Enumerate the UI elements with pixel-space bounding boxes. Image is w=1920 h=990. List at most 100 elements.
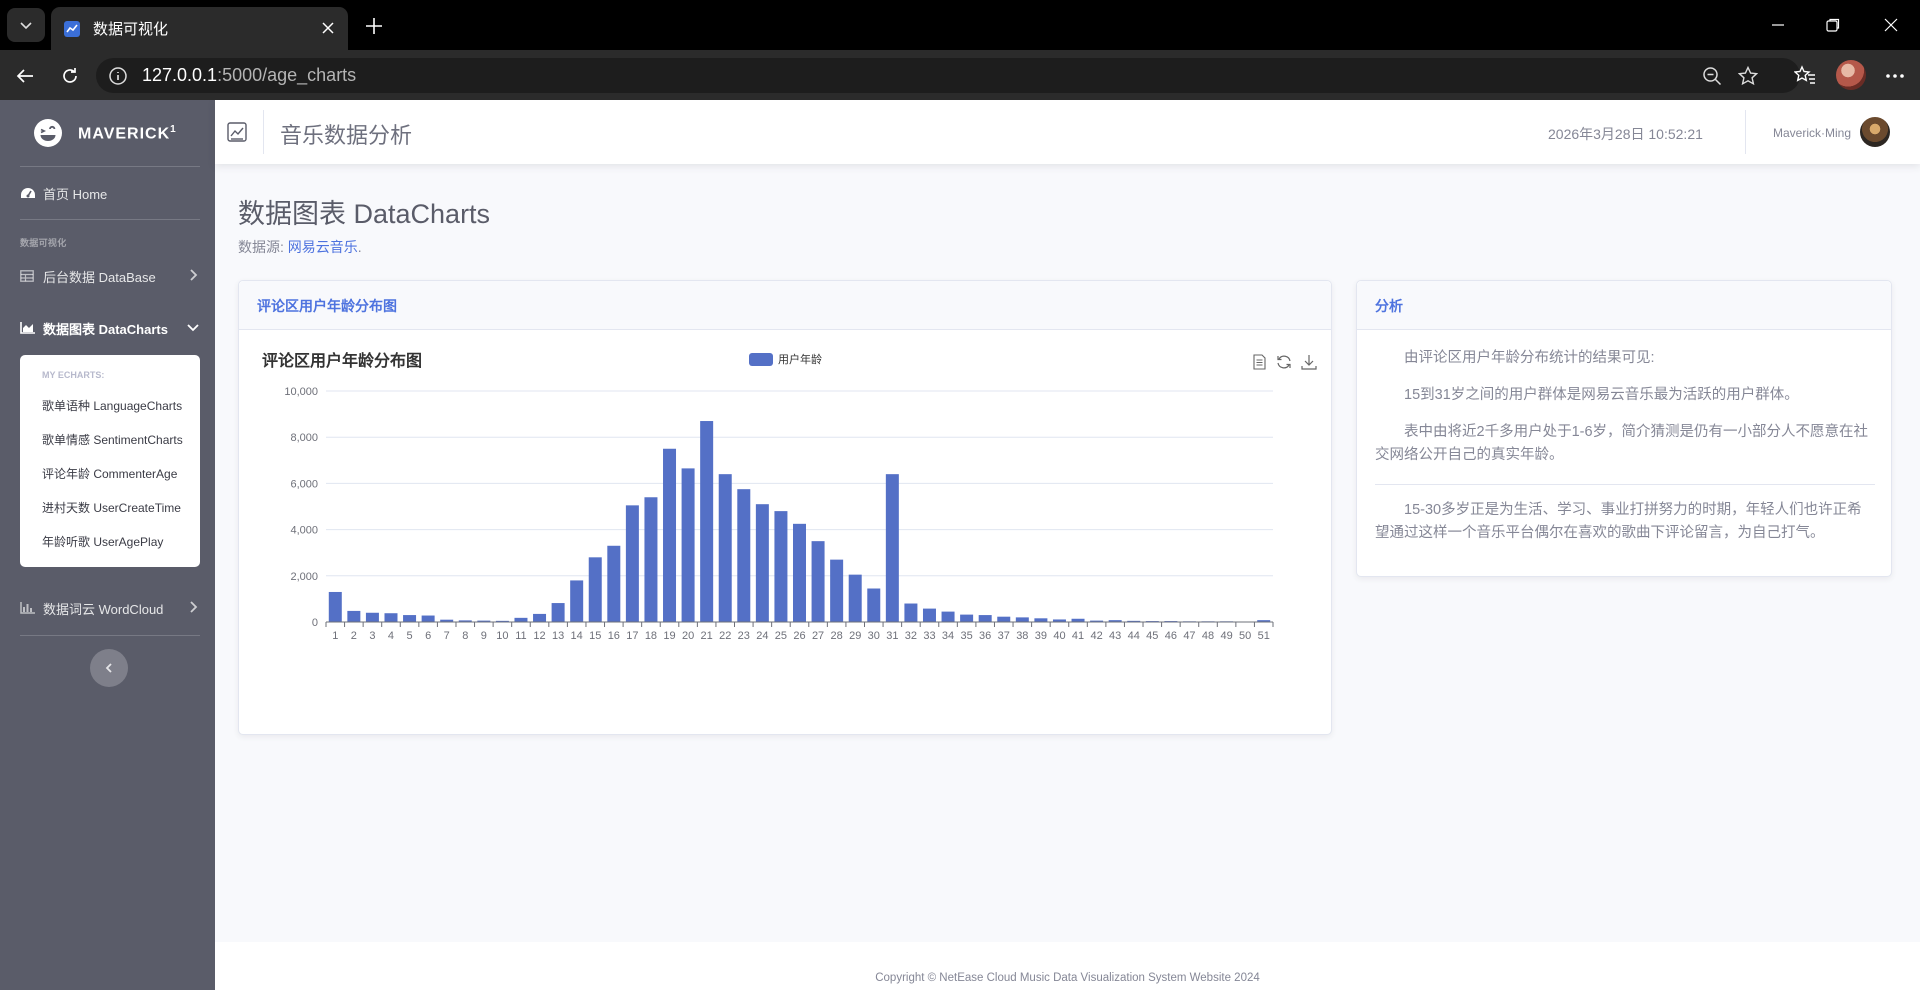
sidebar-brand[interactable]: MAVERICK1 <box>0 100 215 164</box>
star-icon[interactable] <box>1736 64 1760 88</box>
chart-title: 评论区用户年龄分布图 <box>262 351 422 370</box>
bar[interactable] <box>700 421 714 622</box>
bar[interactable] <box>384 613 398 622</box>
sidebar: MAVERICK1 首页 Home 数据可视化 后台数据 DataBase 数据… <box>0 100 215 990</box>
bar[interactable] <box>904 603 918 622</box>
bar[interactable] <box>570 580 584 622</box>
x-tick-label: 28 <box>831 630 843 642</box>
bar[interactable] <box>1015 617 1029 622</box>
bar[interactable] <box>811 541 825 622</box>
x-tick-label: 5 <box>406 630 412 642</box>
x-tick-label: 19 <box>663 630 675 642</box>
bar[interactable] <box>644 497 658 622</box>
bar[interactable] <box>625 505 639 622</box>
user-avatar[interactable] <box>1860 117 1890 147</box>
tab-search-button[interactable] <box>7 8 45 42</box>
submenu-item-commenter-age[interactable]: 评论年龄 CommenterAge <box>42 465 177 482</box>
x-tick-label: 36 <box>979 630 991 642</box>
profile-avatar[interactable] <box>1836 60 1866 90</box>
analysis-paragraph: 15到31岁之间的用户群体是网易云音乐最为活跃的用户群体。 <box>1404 387 1799 403</box>
save-image-icon[interactable] <box>1301 355 1317 370</box>
x-tick-label: 37 <box>998 630 1010 642</box>
data-view-icon[interactable] <box>1253 354 1266 370</box>
bar[interactable] <box>941 611 955 622</box>
user-name[interactable]: Maverick·Ming <box>1773 126 1851 140</box>
x-tick-label: 13 <box>552 630 564 642</box>
bar[interactable] <box>1034 618 1048 622</box>
more-options-icon[interactable] <box>1882 63 1908 89</box>
sidebar-item-datacharts[interactable]: 数据图表 DataCharts <box>20 316 200 340</box>
bar[interactable] <box>978 615 992 622</box>
bar[interactable] <box>755 504 769 622</box>
address-bar[interactable]: 127.0.0.1:5000/age_charts <box>96 58 1800 93</box>
bar[interactable] <box>514 617 528 622</box>
restore-button[interactable] <box>1818 12 1848 38</box>
bar[interactable] <box>718 474 732 622</box>
bar[interactable] <box>403 615 417 622</box>
y-tick-label: 0 <box>312 617 318 629</box>
chart-line-icon[interactable] <box>227 122 247 142</box>
chart-legend[interactable]: 用户年龄 <box>749 352 822 366</box>
browser-toolbar: 127.0.0.1:5000/age_charts <box>0 50 1920 100</box>
close-tab-icon[interactable] <box>318 18 338 38</box>
bar[interactable] <box>793 523 806 622</box>
x-tick-label: 32 <box>905 630 917 642</box>
data-source-link[interactable]: 网易云音乐 <box>288 239 358 255</box>
bar[interactable] <box>922 608 936 622</box>
bar[interactable] <box>848 574 862 622</box>
x-tick-label: 27 <box>812 630 824 642</box>
browser-tab-active[interactable]: 数据可视化 <box>51 7 348 50</box>
x-tick-label: 12 <box>533 630 545 642</box>
bar[interactable] <box>588 557 602 622</box>
bar[interactable] <box>997 616 1011 622</box>
age-bar-chart: 评论区用户年龄分布图 用户年龄 1 2 3 4 5 6 7 8 9 10 11 12 13 14 15 16 1… <box>262 351 1317 642</box>
sidebar-divider <box>20 166 200 167</box>
bar[interactable] <box>421 615 435 622</box>
x-tick-label: 29 <box>849 630 861 642</box>
sidebar-item-home[interactable]: 首页 Home <box>20 181 200 205</box>
bar[interactable] <box>607 545 621 622</box>
submenu-item-sentiment-charts[interactable]: 歌单情感 SentimentCharts <box>42 431 183 448</box>
bar[interactable] <box>830 559 844 622</box>
chart-line-icon <box>64 20 80 37</box>
bar[interactable] <box>328 591 342 622</box>
close-window-button[interactable] <box>1876 12 1906 38</box>
submenu-item-user-age-play[interactable]: 年龄听歌 UserAgePlay <box>42 533 163 550</box>
plus-icon <box>366 18 382 34</box>
bar[interactable] <box>533 613 547 622</box>
bar[interactable] <box>737 489 751 622</box>
bar[interactable] <box>681 468 695 622</box>
bar[interactable] <box>885 474 899 622</box>
sidebar-item-database[interactable]: 后台数据 DataBase <box>20 264 200 288</box>
reload-button[interactable] <box>56 62 84 90</box>
submenu-item-language-charts[interactable]: 歌单语种 LanguageCharts <box>42 397 182 414</box>
card-header: 分析 <box>1357 281 1891 330</box>
bar[interactable] <box>960 614 974 622</box>
x-tick-label: 10 <box>496 630 508 642</box>
sidebar-item-wordcloud[interactable]: 数据词云 WordCloud <box>20 596 200 620</box>
submenu-item-user-create-time[interactable]: 进村天数 UserCreateTime <box>42 499 181 516</box>
bar[interactable] <box>867 588 881 622</box>
bar[interactable] <box>365 612 379 622</box>
x-tick-label: 35 <box>960 630 972 642</box>
zoom-out-icon[interactable] <box>1700 64 1724 88</box>
analysis-card: 分析 由评论区用户年龄分布统计的结果可见: 15到31岁之间的用户群体是网易云音… <box>1356 280 1892 577</box>
bar[interactable] <box>774 511 788 622</box>
x-tick-label: 51 <box>1258 630 1270 642</box>
chevron-down-icon <box>187 324 199 332</box>
restore-icon[interactable] <box>1277 355 1291 369</box>
bar[interactable] <box>551 603 565 622</box>
sidebar-heading: 数据可视化 <box>20 238 67 248</box>
favorites-icon[interactable] <box>1792 63 1818 89</box>
sidebar-divider <box>20 635 200 636</box>
bar[interactable] <box>663 448 677 622</box>
back-button[interactable] <box>11 62 39 90</box>
info-icon <box>109 66 127 85</box>
minimize-button[interactable] <box>1763 12 1793 38</box>
legend-swatch <box>749 353 773 366</box>
sidebar-toggle-button[interactable] <box>90 649 128 687</box>
legend-label: 用户年龄 <box>778 352 822 366</box>
x-tick-label: 33 <box>923 630 935 642</box>
new-tab-button[interactable] <box>360 13 388 39</box>
bar[interactable] <box>347 610 361 622</box>
